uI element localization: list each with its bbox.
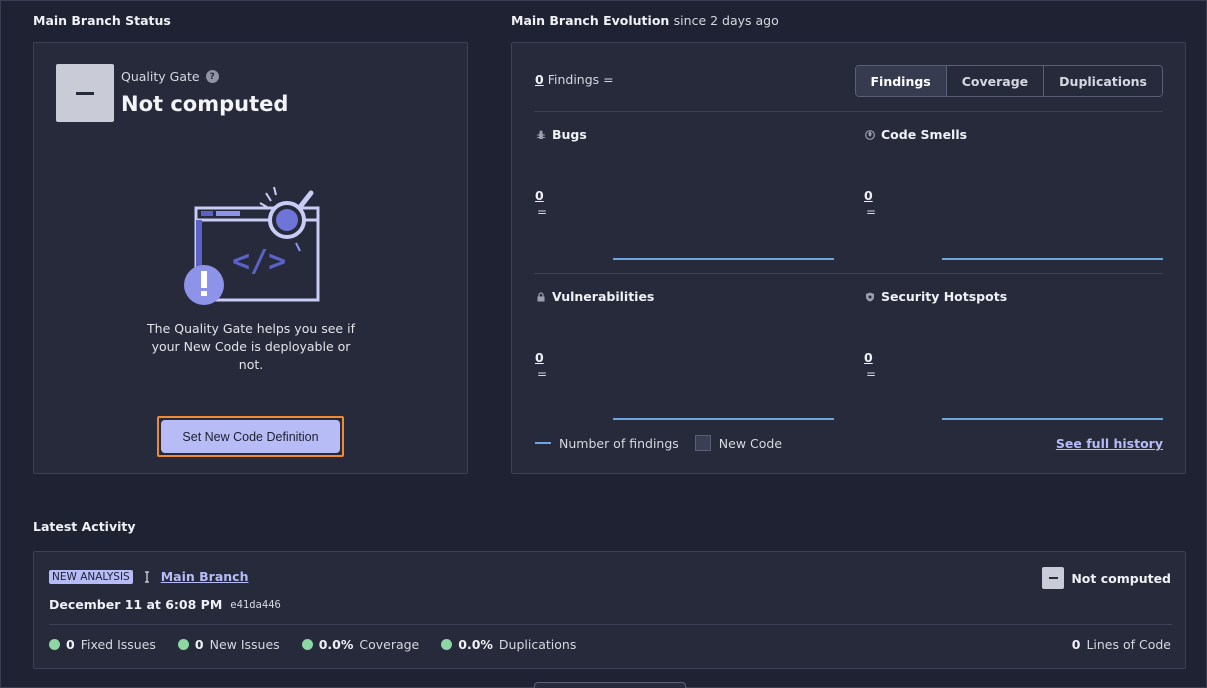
metric-code-smells-trend: = — [866, 205, 877, 219]
findings-label: Findings — [547, 72, 600, 87]
code-smells-sparkline — [942, 258, 1163, 260]
metric-bugs-trend: = — [537, 205, 548, 219]
new-code-legend-swatch — [694, 435, 711, 451]
status-dot — [441, 639, 453, 650]
analysis-meta: December 11 at 6:08 PM e41da446 — [49, 597, 281, 612]
findings-legend-swatch — [535, 442, 551, 444]
findings-summary: 0 Findings = — [535, 72, 614, 87]
loc-value: 0 — [1071, 637, 1081, 652]
quality-gate-label-text: Quality Gate — [121, 69, 200, 84]
status-dot — [301, 639, 313, 650]
activity-gate-status: Not computed — [1042, 567, 1171, 589]
metric-code-smells-value[interactable]: 0 — [864, 188, 873, 203]
lines-of-code: 0 Lines of Code — [1072, 637, 1171, 652]
evolution-section-title: Main Branch Evolution since 2 days ago — [511, 13, 779, 28]
show-more-button[interactable] — [534, 682, 686, 688]
metric-code-smells-label: Code Smells — [881, 127, 968, 142]
divider — [49, 624, 1172, 625]
branch-icon — [143, 570, 151, 584]
metric-vulnerabilities-trend: = — [537, 367, 548, 381]
activity-card: NEW ANALYSIS Main Branch December 11 at … — [33, 551, 1186, 669]
quality-gate-status-icon — [56, 64, 114, 122]
activity-section-title: Latest Activity — [33, 519, 136, 534]
quality-gate-description: The Quality Gate helps you see if your N… — [147, 321, 355, 372]
stat-duplications: 0.0% Duplications — [441, 637, 576, 652]
legend-new-code-label: New Code — [718, 435, 783, 451]
security-hotspots-sparkline — [942, 418, 1163, 420]
shield-icon — [865, 292, 875, 302]
metric-bugs-value[interactable]: 0 — [535, 188, 544, 203]
vulnerabilities-sparkline — [613, 418, 834, 420]
set-new-code-definition-button[interactable]: Set New Code Definition — [161, 420, 340, 453]
commit-hash: e41da446 — [230, 598, 281, 611]
status-dot — [49, 639, 60, 650]
stat-new-issues: 0 New Issues — [177, 637, 280, 652]
help-icon[interactable]: ? — [205, 70, 219, 83]
see-full-history-link[interactable]: See full history — [1056, 436, 1163, 451]
legend-findings-label: Number of findings — [559, 435, 679, 451]
tab-duplications[interactable]: Duplications — [1044, 66, 1162, 96]
metric-vulnerabilities-label: Vulnerabilities — [552, 289, 655, 304]
tab-coverage[interactable]: Coverage — [946, 66, 1045, 96]
bug-icon — [536, 130, 546, 140]
metric-security-hotspots-trend: = — [866, 367, 877, 381]
bugs-sparkline — [613, 258, 834, 260]
activity-stats: 0 Fixed Issues 0 New Issues 0.0% Coverage 0… — [49, 637, 576, 652]
loc-label: Lines of Code — [1086, 637, 1171, 652]
findings-trend-icon: = — [603, 72, 614, 87]
evolution-since-text: since 2 days ago — [673, 13, 779, 28]
evolution-tabs: Findings Coverage Duplications — [854, 65, 1163, 97]
quality-gate-card: Quality Gate ? Not computed </> The Qual… — [33, 42, 468, 474]
evolution-card: 0 Findings = Findings Coverage Duplicati… — [511, 42, 1186, 474]
tab-findings[interactable]: Findings — [855, 66, 947, 96]
evolution-title-text: Main Branch Evolution — [511, 13, 670, 28]
quality-gate-label: Quality Gate ? — [121, 69, 219, 84]
divider — [534, 111, 1163, 112]
gate-status-label: Not computed — [1071, 570, 1171, 586]
metric-code-smells-title: Code Smells — [865, 127, 967, 142]
quality-gate-illustration: </> — [184, 186, 320, 305]
code-smell-icon — [865, 129, 875, 140]
metric-security-hotspots-value[interactable]: 0 — [864, 350, 873, 365]
divider — [534, 273, 1163, 274]
activity-header: NEW ANALYSIS Main Branch — [49, 569, 248, 584]
status-dot — [177, 639, 189, 650]
button-focus-outline: Set New Code Definition — [157, 416, 344, 457]
metric-vulnerabilities-value[interactable]: 0 — [535, 350, 544, 365]
gate-status-icon — [1042, 567, 1065, 589]
metric-bugs-label: Bugs — [552, 127, 587, 142]
main-branch-link[interactable]: Main Branch — [161, 569, 249, 584]
metric-security-hotspots-label: Security Hotspots — [881, 289, 1008, 304]
lock-icon — [536, 291, 546, 302]
stat-coverage: 0.0% Coverage — [301, 637, 419, 652]
svg-text:</>: </> — [232, 244, 286, 279]
metric-security-hotspots-title: Security Hotspots — [865, 289, 1007, 304]
status-section-title: Main Branch Status — [33, 13, 171, 28]
quality-gate-value: Not computed — [121, 92, 289, 116]
analysis-date: December 11 at 6:08 PM — [49, 597, 223, 612]
metric-bugs-title: Bugs — [536, 127, 587, 142]
chart-legend: Number of findings New Code — [535, 435, 782, 451]
findings-count[interactable]: 0 — [535, 72, 544, 87]
metric-vulnerabilities-title: Vulnerabilities — [536, 289, 654, 304]
new-analysis-badge: NEW ANALYSIS — [49, 569, 133, 584]
stat-fixed-issues: 0 Fixed Issues — [49, 637, 156, 652]
